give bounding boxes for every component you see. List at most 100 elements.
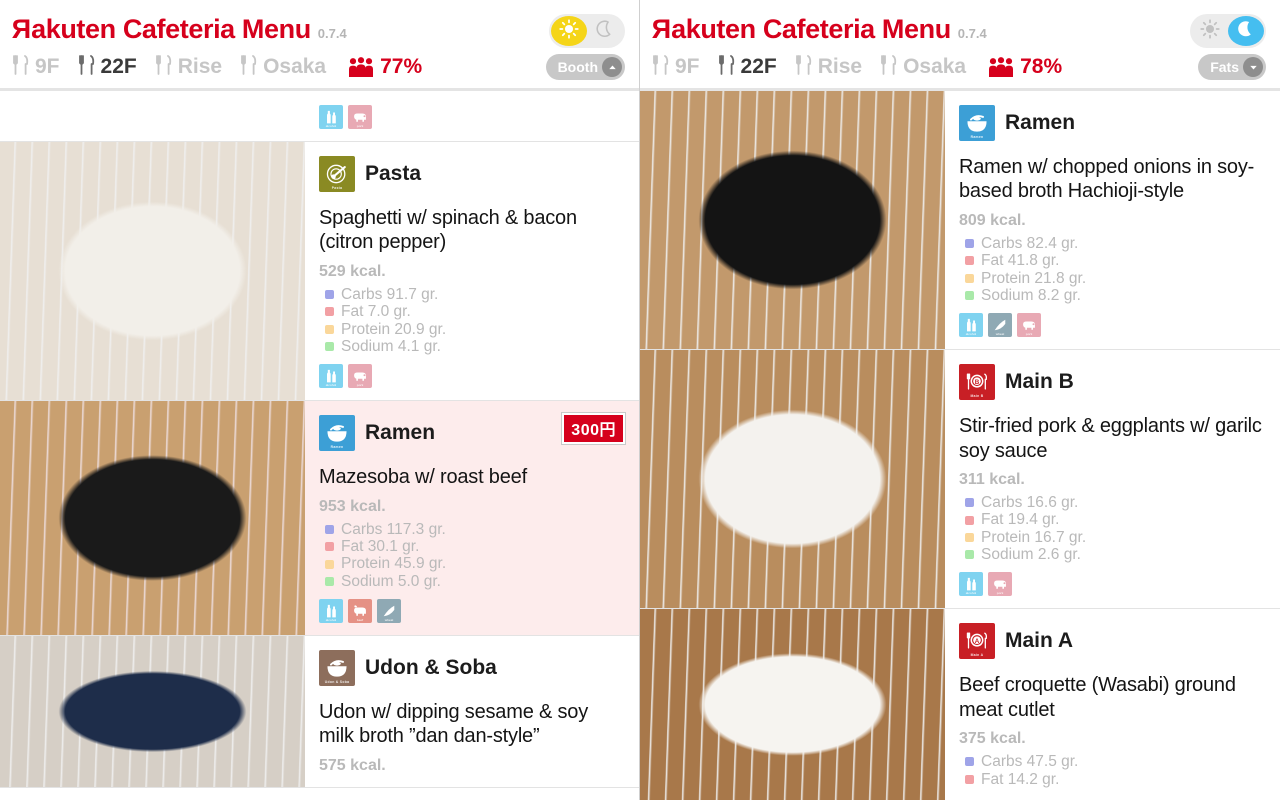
menu-card[interactable]: Ramen Ramen Ramen w/ chopped onions in soy… <box>640 91 1280 351</box>
occupancy-value: 78% <box>1020 55 1063 78</box>
day-night-toggle[interactable] <box>1190 14 1266 48</box>
nutrient-item: Fat 19.4 gr. <box>959 511 1266 528</box>
allergen-sublabel: pork <box>1025 332 1033 337</box>
nutrient-item: Carbs 47.5 gr. <box>959 753 1266 770</box>
category-badge-sublabel: Pasta <box>331 186 343 190</box>
nutrient-color-dot <box>965 757 974 767</box>
nav-item-rise[interactable]: Rise <box>795 55 862 79</box>
title-row: Rakuten Cafeteria Menu 0.7.4 <box>12 14 627 50</box>
nutrient-item: Protein 21.8 gr. <box>959 270 1266 287</box>
main-a-icon: A Main A <box>959 623 995 660</box>
allergen-sublabel: alcohol <box>325 383 337 388</box>
nutrient-item: Protein 16.7 gr. <box>959 529 1266 546</box>
menu-card[interactable]: B Main B Main B Stir-fried pork & eggplants… <box>640 350 1280 610</box>
nutrient-color-dot <box>325 559 334 569</box>
allergen-sublabel: beef <box>356 618 364 623</box>
nav-item-22f[interactable]: 22F <box>78 55 137 79</box>
moon-toggle[interactable] <box>1228 16 1264 46</box>
menu-list[interactable]: alcohol pork Pasta Pasta Spaghetti w/ spinac… <box>0 91 639 800</box>
nav-item-9f[interactable]: 9F <box>12 55 60 79</box>
nav-item-label: Rise <box>817 55 863 78</box>
dual-panel-screen: Rakuten Cafeteria Menu 0.7.4 9F 22F Rise Osak… <box>0 0 1280 800</box>
category-name: Ramen <box>1005 111 1076 134</box>
chevron-up-icon[interactable] <box>602 57 622 77</box>
menu-card[interactable]: alcohol pork <box>0 91 639 142</box>
menu-card[interactable]: A Main A Main A Beef croquette (Wasabi) gro… <box>640 609 1280 800</box>
allergen-alcohol-icon: alcohol <box>319 364 343 389</box>
cutlery-icon <box>652 55 670 79</box>
nutrient-color-dot <box>325 289 334 299</box>
menu-list[interactable]: Ramen Ramen Ramen w/ chopped onions in soy… <box>640 91 1280 800</box>
sun-toggle[interactable] <box>1192 16 1228 46</box>
nutrient-color-dot <box>965 238 974 248</box>
panel-left: Rakuten Cafeteria Menu 0.7.4 9F 22F Rise Osak… <box>0 0 640 800</box>
nutrient-label: Fat 19.4 gr. <box>981 511 1060 529</box>
calorie-value: 953 kcal. <box>319 497 386 515</box>
dish-photo <box>0 142 305 401</box>
ramen-bowl-icon: Ramen <box>319 415 355 452</box>
allergen-badges: alcohol pork <box>959 572 1266 597</box>
allergen-alcohol-icon: alcohol <box>319 599 343 624</box>
app-title: Rakuten Cafeteria Menu <box>652 14 951 45</box>
category-name: Udon & Soba <box>365 656 497 680</box>
allergen-sublabel: pork <box>356 124 364 128</box>
nutrient-item: Carbs 91.7 gr. <box>319 286 625 303</box>
nutrient-item: Sodium 4.1 gr. <box>319 338 625 355</box>
nutrient-label: Sodium 8.2 gr. <box>981 286 1081 304</box>
cutlery-icon <box>718 55 736 79</box>
menu-card[interactable]: Pasta Pasta Spaghetti w/ spinach & bacon (… <box>0 142 639 402</box>
crowd-icon <box>348 56 374 78</box>
dish-photo <box>0 636 305 787</box>
mode-select-pill[interactable]: Booth <box>545 54 625 80</box>
nutrient-label: Fat 14.2 gr. <box>981 770 1060 788</box>
nutrient-color-dot <box>965 291 974 301</box>
allergen-sublabel: pork <box>356 383 364 388</box>
nav-item-osaka[interactable]: Osaka <box>880 55 966 79</box>
nutrient-item: Carbs 117.3 gr. <box>319 521 625 538</box>
nutrient-label: Protein 45.9 gr. <box>341 555 447 573</box>
nav-item-9f[interactable]: 9F <box>652 55 700 79</box>
nutrient-color-dot <box>325 324 334 334</box>
nav-item-rise[interactable]: Rise <box>155 55 222 79</box>
nav-item-22f[interactable]: 22F <box>718 55 777 79</box>
nav-item-label: 22F <box>100 55 137 78</box>
menu-card[interactable]: Ramen Ramen 300円 Mazesoba w/ roast beef 953 … <box>0 401 639 637</box>
cutlery-icon <box>155 55 173 79</box>
nutrient-color-dot <box>325 576 334 586</box>
category-badge-sublabel: Ramen <box>970 135 984 139</box>
menu-card[interactable]: Udon & Soba Udon & Soba Udon w/ dipping se… <box>0 636 639 788</box>
allergen-sublabel: alcohol <box>965 332 977 337</box>
nutrient-color-dot <box>965 532 974 542</box>
mode-select-pill[interactable]: Fats <box>1198 54 1266 80</box>
main-b-icon: B Main B <box>959 364 995 401</box>
moon-toggle[interactable] <box>587 16 623 46</box>
mode-pill-label: Fats <box>1210 59 1239 75</box>
nav-item-osaka[interactable]: Osaka <box>240 55 326 79</box>
nutrient-label: Sodium 5.0 gr. <box>341 572 441 590</box>
calorie-value: 375 kcal. <box>959 730 1026 748</box>
nutrient-item: Fat 30.1 gr. <box>319 538 625 555</box>
dish-info: Ramen Ramen Ramen w/ chopped onions in soy… <box>945 91 1280 349</box>
pasta-icon: Pasta <box>319 156 355 192</box>
sun-toggle[interactable] <box>551 16 587 46</box>
dish-name: Spaghetti w/ spinach & bacon (citron pep… <box>319 207 577 254</box>
cutlery-icon <box>880 55 898 79</box>
allergen-beef-icon: beef <box>348 599 372 624</box>
nutrient-color-dot <box>965 498 974 508</box>
day-night-toggle[interactable] <box>549 14 625 48</box>
cutlery-icon <box>12 55 30 79</box>
allergen-alcohol-icon: alcohol <box>959 313 983 338</box>
allergen-sublabel: wheat <box>384 618 394 623</box>
nutrient-color-dot <box>325 307 334 317</box>
category-row: Udon & Soba Udon & Soba <box>319 650 625 687</box>
chevron-down-icon[interactable] <box>1243 57 1263 77</box>
nutrient-item: Protein 20.9 gr. <box>319 321 625 338</box>
allergen-sublabel: alcohol <box>325 618 337 623</box>
nutrient-label: Carbs 16.6 gr. <box>981 494 1079 511</box>
brand-flipped-r: R <box>652 14 672 44</box>
category-row: Pasta Pasta <box>319 156 625 192</box>
sun-icon <box>1199 18 1221 45</box>
category-name: Ramen <box>365 421 436 445</box>
dish-photo <box>0 401 305 636</box>
category-row: B Main B Main B <box>959 364 1266 401</box>
